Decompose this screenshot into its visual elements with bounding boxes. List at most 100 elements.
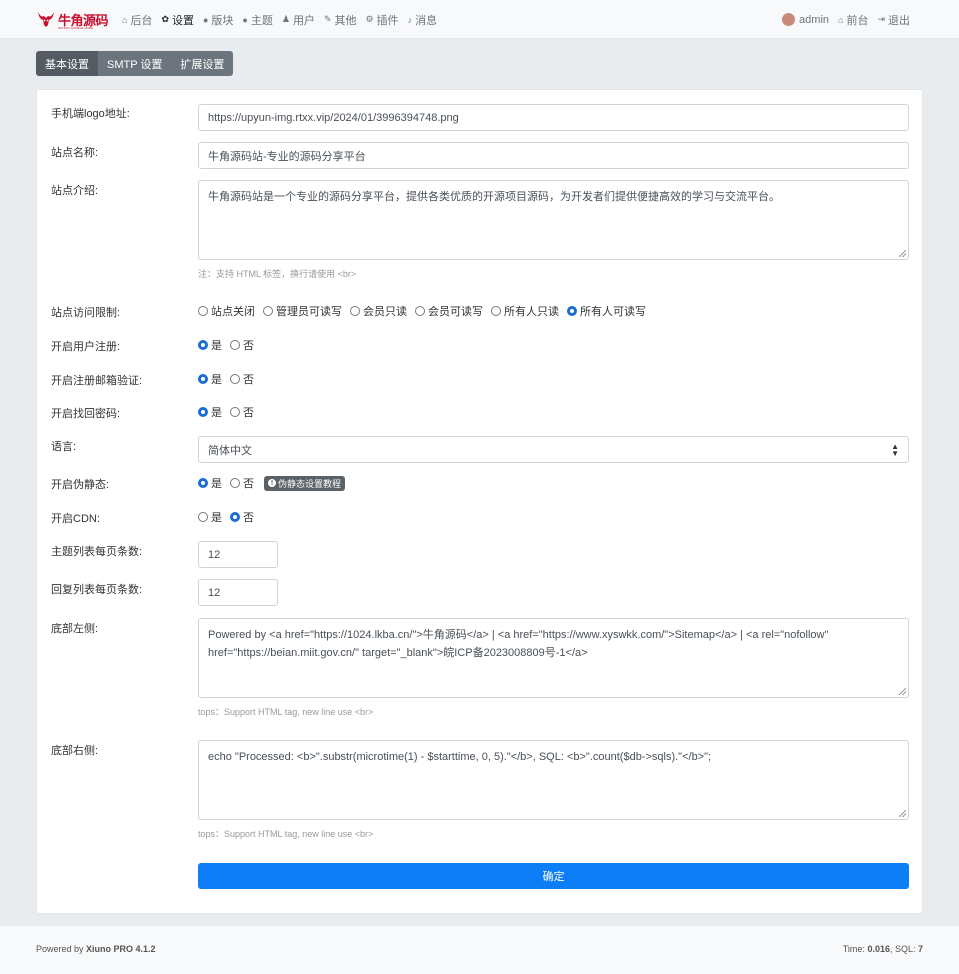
nav-logout[interactable]: ⇥ 退出: [877, 12, 910, 28]
bell-icon: ♪: [407, 14, 413, 25]
site-brief-hint: 注：支持 HTML 标签，换行请使用 <br>: [198, 269, 357, 279]
access-option-member-rw[interactable]: 会员可读写: [415, 303, 483, 319]
avatar: [782, 13, 796, 26]
tab-smtp[interactable]: SMTP 设置: [98, 51, 172, 76]
user-icon: ♟: [281, 14, 290, 24]
reset-password-radio-group: 是 否: [198, 404, 262, 420]
site-brief-label: 站点介绍:: [51, 185, 99, 197]
cogs-icon: ⚙: [365, 14, 374, 24]
url-rewrite-yes[interactable]: 是: [198, 475, 222, 491]
reset-password-yes[interactable]: 是: [198, 404, 222, 420]
settings-tabs: 基本设置 SMTP 设置 扩展设置: [36, 51, 234, 76]
nav-forums[interactable]: ● 版块: [203, 12, 233, 28]
user-nav: admin ⌂ 前台 ⇥ 退出: [782, 0, 919, 39]
register-email-no[interactable]: 否: [230, 371, 254, 387]
nav-settings[interactable]: ✿ 设置: [161, 12, 194, 28]
language-value: 简体中文: [208, 444, 252, 457]
user-register-label: 开启用户注册:: [51, 341, 121, 353]
nav-user[interactable]: admin: [782, 13, 829, 26]
nav-messages[interactable]: ♪ 消息: [408, 12, 438, 28]
bull-logo-icon: [38, 12, 54, 27]
footer-left-text: Powered by <a href="https://1024.lkba.cn…: [208, 629, 829, 659]
resize-handle-icon[interactable]: [899, 250, 906, 257]
footer-right-text: echo "Processed: <b>".substr(microtime(1…: [208, 751, 712, 763]
nav-users[interactable]: ♟ 用户: [282, 12, 315, 28]
site-name-label: 站点名称:: [51, 147, 99, 159]
comments-icon: ●: [242, 14, 248, 25]
radio-icon: [230, 478, 240, 488]
footer-right-label: 底部右侧:: [51, 745, 99, 757]
access-option-all-rw[interactable]: 所有人可读写: [567, 303, 646, 319]
xiuno-version-link[interactable]: Xiuno PRO 4.1.2: [86, 944, 156, 954]
site-name-input[interactable]: 牛角源码站-专业的源码分享平台: [198, 142, 909, 169]
resize-handle-icon[interactable]: [899, 810, 906, 817]
resize-handle-icon[interactable]: [899, 688, 906, 695]
topic-pagesize-input[interactable]: 12: [198, 541, 278, 568]
radio-checked-icon: [198, 374, 208, 384]
home-icon: ⌂: [838, 14, 844, 25]
topic-pagesize-label: 主题列表每页条数:: [51, 546, 143, 558]
radio-icon: [230, 340, 240, 350]
register-email-yes[interactable]: 是: [198, 371, 222, 387]
access-option-closed[interactable]: 站点关闭: [198, 303, 255, 319]
url-rewrite-tutorial-link[interactable]: ! 伪静态设置教程: [264, 475, 346, 491]
radio-checked-icon: [230, 512, 240, 522]
access-option-member-r[interactable]: 会员只读: [350, 303, 407, 319]
access-radio-group: 站点关闭 管理员可读写 会员只读 会员可读写 所有人只读 所有人可读写: [198, 303, 654, 319]
logout-icon: ⇥: [877, 14, 885, 24]
nav-other[interactable]: ✎ 其他: [324, 12, 357, 28]
cdn-yes[interactable]: 是: [198, 509, 222, 525]
footer-left-label: 底部左侧:: [51, 623, 99, 635]
radio-icon: [198, 512, 208, 522]
language-select[interactable]: 简体中文 ▲ ▼: [198, 436, 909, 463]
radio-checked-icon: [567, 306, 577, 316]
comment-icon: ●: [202, 14, 209, 25]
select-arrows-icon: ▲ ▼: [891, 442, 899, 458]
nav-plugins[interactable]: ⚙ 插件: [365, 12, 398, 28]
settings-form: 手机端logo地址: https://upyun-img.rtxx.vip/20…: [36, 89, 923, 914]
radio-icon: [415, 306, 425, 316]
home-icon: ⌂: [122, 14, 128, 25]
register-email-label: 开启注册邮箱验证:: [51, 375, 143, 387]
nav-frontend[interactable]: ⌂ 前台: [838, 12, 868, 28]
footer-right-textarea[interactable]: echo "Processed: <b>".substr(microtime(1…: [198, 740, 909, 820]
language-label: 语言:: [51, 441, 77, 453]
reset-password-label: 开启找回密码:: [51, 408, 121, 420]
page-stats: Time: 0.016, SQL: 7: [842, 944, 923, 954]
reply-pagesize-label: 回复列表每页条数:: [51, 584, 143, 596]
radio-checked-icon: [198, 407, 208, 417]
radio-icon: [491, 306, 501, 316]
radio-icon: [263, 306, 273, 316]
cdn-radio-group: 是 否: [198, 509, 262, 525]
reset-password-no[interactable]: 否: [230, 404, 254, 420]
url-rewrite-no[interactable]: 否: [230, 475, 254, 491]
reply-pagesize-input[interactable]: 12: [198, 579, 278, 606]
radio-icon: [230, 407, 240, 417]
user-register-no[interactable]: 否: [230, 337, 254, 353]
brand-tagline: NIUJIAO SOURCE CODE: [58, 26, 94, 30]
radio-icon: [350, 306, 360, 316]
footer-left-textarea[interactable]: Powered by <a href="https://1024.lkba.cn…: [198, 618, 909, 698]
cdn-label: 开启CDN:: [51, 513, 100, 525]
site-brief-textarea[interactable]: 牛角源码站是一个专业的源码分享平台，提供各类优质的开源项目源码，为开发者们提供便…: [198, 180, 909, 260]
footer-left-hint: tops：Support HTML tag, new line use <br>: [198, 707, 374, 717]
access-label: 站点访问限制:: [51, 307, 121, 319]
top-navbar: 牛角源码 NIUJIAO SOURCE CODE ⌂ 后台 ✿ 设置 ● 版块 ● 主题…: [0, 0, 959, 39]
access-option-admin-rw[interactable]: 管理员可读写: [263, 303, 342, 319]
user-register-yes[interactable]: 是: [198, 337, 222, 353]
footer-right-hint: tops：Support HTML tag, new line use <br>: [198, 829, 374, 839]
cdn-no[interactable]: 否: [230, 509, 254, 525]
user-register-radio-group: 是 否: [198, 337, 262, 353]
wrench-icon: ✎: [323, 14, 332, 24]
nav-backend[interactable]: ⌂ 后台: [122, 12, 152, 28]
submit-button[interactable]: 确定: [198, 863, 909, 889]
tab-extended[interactable]: 扩展设置: [171, 51, 234, 76]
admin-nav: ⌂ 后台 ✿ 设置 ● 版块 ● 主题 ♟ 用户 ✎ 其他 ⚙ 插件 ♪ 消息: [122, 0, 446, 39]
tab-basic[interactable]: 基本设置: [36, 51, 98, 76]
nav-threads[interactable]: ● 主题: [242, 12, 272, 28]
register-email-radio-group: 是 否: [198, 371, 262, 387]
access-option-all-r[interactable]: 所有人只读: [491, 303, 559, 319]
site-logo[interactable]: 牛角源码 NIUJIAO SOURCE CODE: [36, 9, 109, 30]
gear-icon: ✿: [161, 14, 169, 24]
mobile-logo-input[interactable]: https://upyun-img.rtxx.vip/2024/01/39963…: [198, 104, 909, 131]
